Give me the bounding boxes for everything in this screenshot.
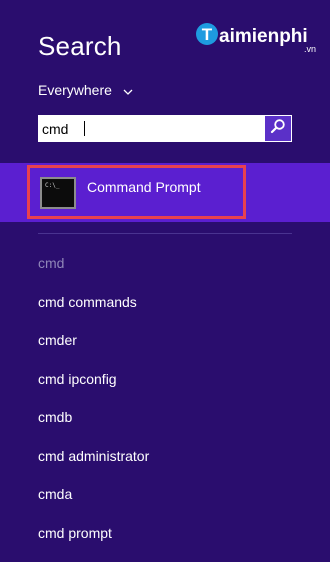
watermark-first-letter: T <box>202 25 213 44</box>
watermark-suffix: .vn <box>304 44 316 54</box>
chevron-down-icon <box>122 84 134 96</box>
result-label: Command Prompt <box>87 178 201 196</box>
search-scope-dropdown[interactable]: Everywhere <box>38 81 134 99</box>
watermark-logo: T aimienphi .vn <box>192 18 326 58</box>
suggestion-item[interactable]: cmd ipconfig <box>38 370 149 409</box>
suggestion-list: cmd cmd commands cmder cmd ipconfig cmdb… <box>38 254 149 562</box>
search-charm-panel: Search T aimienphi .vn Everywhere <box>0 0 330 545</box>
watermark-text: aimienphi <box>219 26 308 47</box>
suggestion-item[interactable]: cmdb <box>38 408 149 447</box>
search-scope-label: Everywhere <box>38 81 112 99</box>
result-command-prompt[interactable]: C:\_ Command Prompt <box>27 165 246 219</box>
command-prompt-icon-text: C:\_ <box>45 182 59 189</box>
search-box <box>38 115 292 142</box>
divider <box>38 233 292 234</box>
suggestion-item[interactable]: cmd prompt <box>38 524 149 562</box>
suggestion-item[interactable]: cmd <box>38 254 149 293</box>
text-caret <box>84 121 85 136</box>
suggestion-item[interactable]: cmd commands <box>38 293 149 332</box>
magnifier-icon <box>270 118 286 139</box>
search-button[interactable] <box>265 116 291 141</box>
suggestion-item[interactable]: cmd administrator <box>38 447 149 486</box>
command-prompt-icon: C:\_ <box>40 177 76 209</box>
suggestion-item[interactable]: cmda <box>38 485 149 524</box>
page-title: Search <box>38 30 122 62</box>
search-input[interactable] <box>38 115 262 142</box>
suggestion-item[interactable]: cmder <box>38 331 149 370</box>
